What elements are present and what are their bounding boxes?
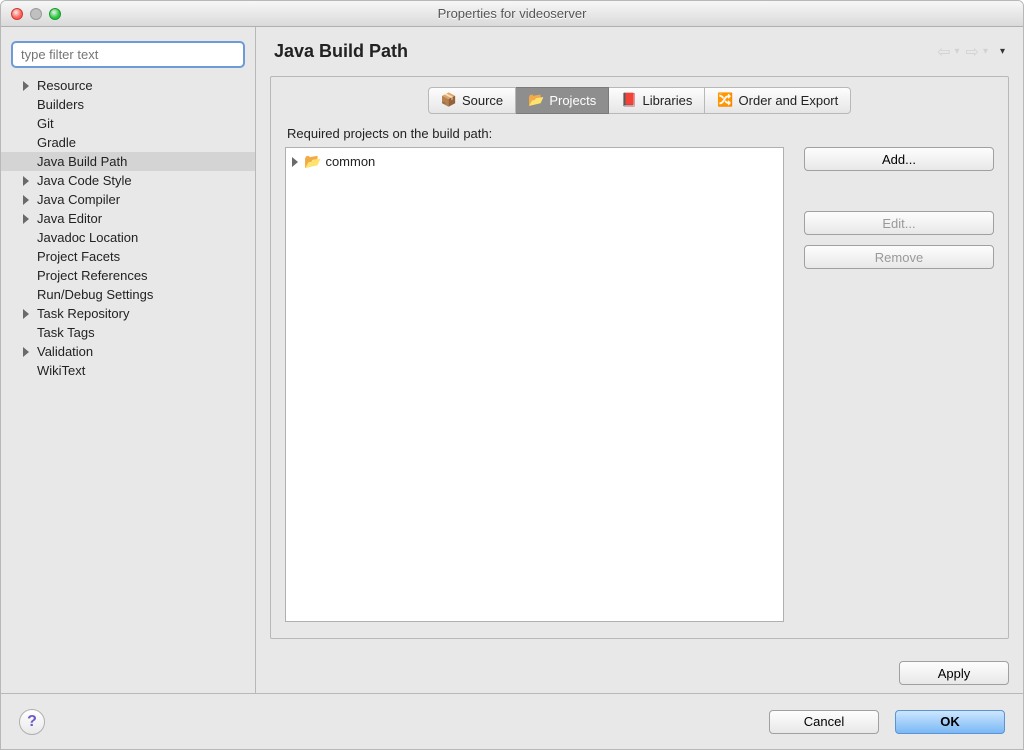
back-icon[interactable]: ⇦: [937, 42, 950, 62]
sidebar-item-java-code-style[interactable]: Java Code Style: [1, 171, 255, 190]
sidebar-item-java-build-path[interactable]: Java Build Path: [1, 152, 255, 171]
sidebar-item-label: Resource: [37, 78, 93, 93]
window-title: Properties for videoserver: [1, 6, 1023, 21]
sidebar-item-label: Task Tags: [37, 325, 95, 340]
help-icon[interactable]: ?: [19, 709, 45, 735]
sidebar-item-label: Javadoc Location: [37, 230, 138, 245]
sidebar-item-task-repository[interactable]: Task Repository: [1, 304, 255, 323]
body: Resource Builders Git Gradle Java Build Path…: [1, 27, 1023, 693]
sidebar-item-gradle[interactable]: Gradle: [1, 133, 255, 152]
apply-button[interactable]: Apply: [899, 661, 1009, 685]
cancel-button[interactable]: Cancel: [769, 710, 879, 734]
chevron-right-icon: [23, 214, 29, 224]
history-nav: ⇦▾ ⇨▾ ▾: [937, 42, 1005, 62]
titlebar[interactable]: Properties for videoserver: [1, 1, 1023, 27]
sidebar-item-builders[interactable]: Builders: [1, 95, 255, 114]
chevron-right-icon: [23, 347, 29, 357]
sidebar: Resource Builders Git Gradle Java Build Path…: [1, 27, 256, 693]
content-area: 📦 Source 📂 Projects 📕 Libraries 🔀 Order and Exp…: [270, 76, 1009, 639]
sidebar-item-java-editor[interactable]: Java Editor: [1, 209, 255, 228]
tab-label: Projects: [549, 93, 596, 108]
properties-window: Properties for videoserver Resource Build…: [0, 0, 1024, 750]
sidebar-item-git[interactable]: Git: [1, 114, 255, 133]
sidebar-item-label: Java Build Path: [37, 154, 127, 169]
sidebar-item-resource[interactable]: Resource: [1, 76, 255, 95]
add-button[interactable]: Add...: [804, 147, 994, 171]
sidebar-item-label: Java Compiler: [37, 192, 120, 207]
tab-libraries[interactable]: 📕 Libraries: [609, 87, 705, 114]
sidebar-item-java-compiler[interactable]: Java Compiler: [1, 190, 255, 209]
preference-tree[interactable]: Resource Builders Git Gradle Java Build Path…: [1, 76, 255, 380]
remove-button[interactable]: Remove: [804, 245, 994, 269]
sidebar-item-run-debug-settings[interactable]: Run/Debug Settings: [1, 285, 255, 304]
edit-button[interactable]: Edit...: [804, 211, 994, 235]
sidebar-item-label: Project References: [37, 268, 148, 283]
window-controls: [11, 8, 61, 20]
sidebar-item-label: Java Editor: [37, 211, 102, 226]
sidebar-item-javadoc-location[interactable]: Javadoc Location: [1, 228, 255, 247]
tab-label: Source: [462, 93, 503, 108]
sidebar-item-label: Task Repository: [37, 306, 129, 321]
footer: ? Cancel OK: [1, 693, 1023, 749]
minimize-icon[interactable]: [30, 8, 42, 20]
source-icon: 📦: [441, 92, 457, 108]
section-label: Required projects on the build path:: [287, 126, 994, 141]
chevron-right-icon: [292, 157, 298, 167]
sidebar-item-label: Project Facets: [37, 249, 120, 264]
project-name: common: [325, 154, 375, 169]
sidebar-item-label: Java Code Style: [37, 173, 132, 188]
order-and-export-icon: 🔀: [717, 92, 733, 108]
sidebar-item-wikitext[interactable]: WikiText: [1, 361, 255, 380]
tab-source[interactable]: 📦 Source: [428, 87, 516, 114]
ok-button[interactable]: OK: [895, 710, 1005, 734]
footer-buttons: Cancel OK: [769, 710, 1005, 734]
sidebar-item-label: Run/Debug Settings: [37, 287, 153, 302]
tab-label: Libraries: [642, 93, 692, 108]
tab-projects[interactable]: 📂 Projects: [516, 87, 609, 114]
chevron-right-icon: [23, 81, 29, 91]
page-title: Java Build Path: [274, 41, 408, 62]
sidebar-item-task-tags[interactable]: Task Tags: [1, 323, 255, 342]
header: Java Build Path ⇦▾ ⇨▾ ▾: [256, 27, 1023, 70]
sidebar-item-project-references[interactable]: Project References: [1, 266, 255, 285]
filter-input[interactable]: [11, 41, 245, 68]
sidebar-item-validation[interactable]: Validation: [1, 342, 255, 361]
sidebar-item-label: Git: [37, 116, 54, 131]
right-button-column: Add... Edit... Remove: [804, 147, 994, 622]
close-icon[interactable]: [11, 8, 23, 20]
chevron-right-icon: [23, 176, 29, 186]
zoom-icon[interactable]: [49, 8, 61, 20]
sidebar-item-label: Builders: [37, 97, 84, 112]
projects-panel: 📂 common Add... Edit... Remove: [285, 147, 994, 622]
tabstrip: 📦 Source 📂 Projects 📕 Libraries 🔀 Order and Exp…: [285, 87, 994, 114]
libraries-icon: 📕: [621, 92, 637, 108]
view-menu-icon[interactable]: ▾: [1000, 46, 1005, 57]
chevron-right-icon: [23, 195, 29, 205]
project-row[interactable]: 📂 common: [290, 152, 779, 171]
sidebar-item-label: WikiText: [37, 363, 85, 378]
sidebar-item-project-facets[interactable]: Project Facets: [1, 247, 255, 266]
chevron-right-icon: [23, 309, 29, 319]
tab-label: Order and Export: [739, 93, 839, 108]
folder-open-icon: 📂: [304, 153, 321, 170]
forward-icon[interactable]: ⇨: [966, 42, 979, 62]
sidebar-item-label: Validation: [37, 344, 93, 359]
main: Java Build Path ⇦▾ ⇨▾ ▾ 📦Source📂Projects…: [256, 27, 1023, 693]
apply-row: Apply: [256, 651, 1023, 693]
tab-order-and-export[interactable]: 🔀 Order and Export: [705, 87, 851, 114]
sidebar-item-label: Gradle: [37, 135, 76, 150]
projects-listbox[interactable]: 📂 common: [285, 147, 784, 622]
projects-icon: 📂: [528, 92, 544, 108]
